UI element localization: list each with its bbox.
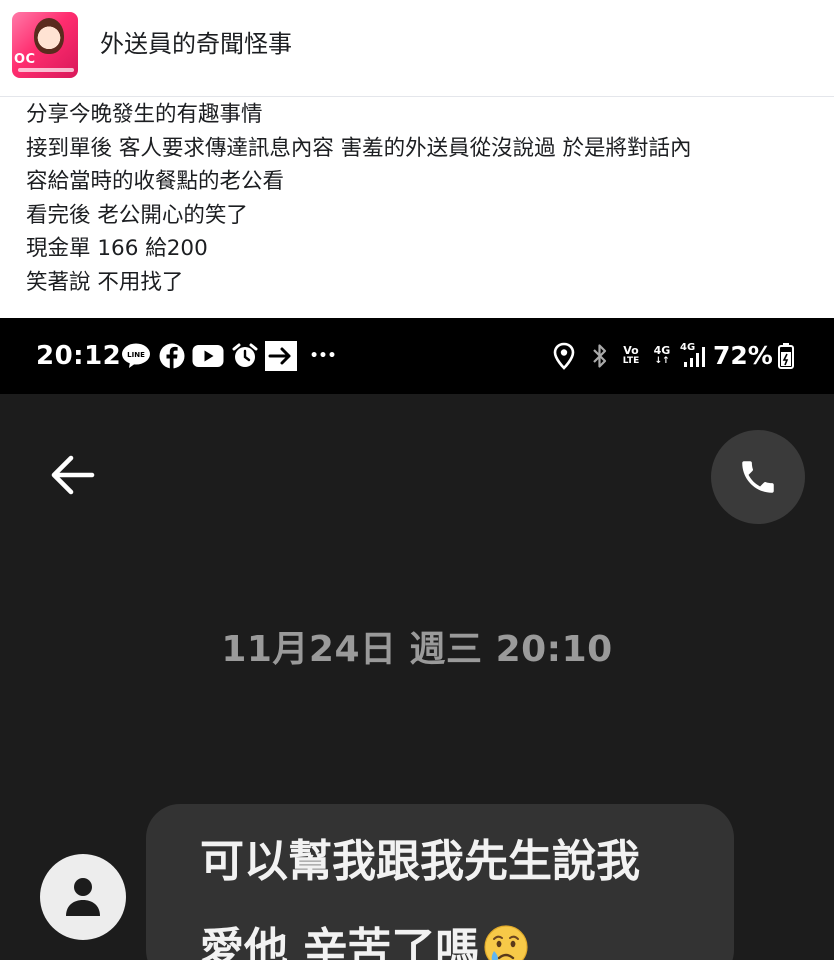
network-4g-label: 4G [653,344,671,357]
bluetooth-icon [590,344,610,368]
battery-percent: 72% [713,341,773,370]
back-button[interactable] [46,452,100,498]
contact-avatar[interactable] [40,854,126,940]
post-line: 接到單後 客人要求傳達訊息內容 害羞的外送員從沒說過 於是將對話內 [26,135,692,161]
group-header: OC 外送員的奇聞怪事 [0,0,834,97]
status-time: 20:12 [36,341,122,371]
facebook-post: OC 外送員的奇聞怪事 分享今晚發生的有趣事情 接到單後 客人要求傳達訊息內容 … [0,0,834,960]
post-image-phone-screenshot[interactable]: 20:12 LINE ••• Vo LTE 4G ↓↑ 4G 72% 11月24… [0,318,834,960]
call-button[interactable] [711,430,805,524]
signal-icon: 4G [680,342,710,368]
chat-area: 11月24日 週三 20:10 可以幫我跟我先生說我 愛他 辛苦了嗎 [0,394,834,960]
more-notifications-icon: ••• [309,348,337,364]
post-line: 分享今晚發生的有趣事情 [26,102,263,127]
avatar-portrait [34,18,64,54]
status-bar: 20:12 LINE ••• Vo LTE 4G ↓↑ 4G 72% [0,318,834,394]
network-4g-icon: 4G ↓↑ [650,344,674,368]
volte-label-bottom: LTE [622,356,640,366]
message-text-line-1: 可以幫我跟我先生說我 [200,836,640,887]
post-line: 看完後 老公開心的笑了 [26,202,248,228]
post-line: 現金單 166 給200 [26,236,208,261]
youtube-icon [192,344,224,368]
svg-text:LINE: LINE [127,351,145,359]
message-bubble[interactable]: 可以幫我跟我先生說我 愛他 辛苦了嗎 [146,804,734,960]
alarm-icon [232,343,258,368]
post-line: 笑著說 不用找了 [26,269,184,295]
location-icon [552,342,576,370]
facebook-icon [158,343,186,369]
line-icon: LINE [121,343,151,368]
volte-label-top: Vo [623,344,639,357]
avatar-logo-text: OC [14,52,36,67]
crying-face-icon [483,924,529,960]
phone-icon [742,461,774,493]
back-arrow-icon [51,455,95,495]
post-line: 容給當時的收餐點的老公看 [26,169,285,194]
volte-icon: Vo LTE [618,344,644,368]
avatar-logo-bar [18,68,74,72]
forward-arrow-icon [265,341,297,371]
battery-icon [776,343,796,369]
data-arrows-icon: ↓↑ [654,356,670,366]
date-stamp: 11月24日 週三 20:10 [221,629,613,670]
message-text-line-2: 愛他 辛苦了嗎 [200,922,529,960]
group-avatar[interactable]: OC [12,12,78,78]
post-text: 分享今晚發生的有趣事情 接到單後 客人要求傳達訊息內容 害羞的外送員從沒說過 於… [26,98,816,299]
group-name[interactable]: 外送員的奇聞怪事 [100,26,292,62]
message-text-line-2-text: 愛他 辛苦了嗎 [200,924,480,960]
person-icon [66,878,100,916]
